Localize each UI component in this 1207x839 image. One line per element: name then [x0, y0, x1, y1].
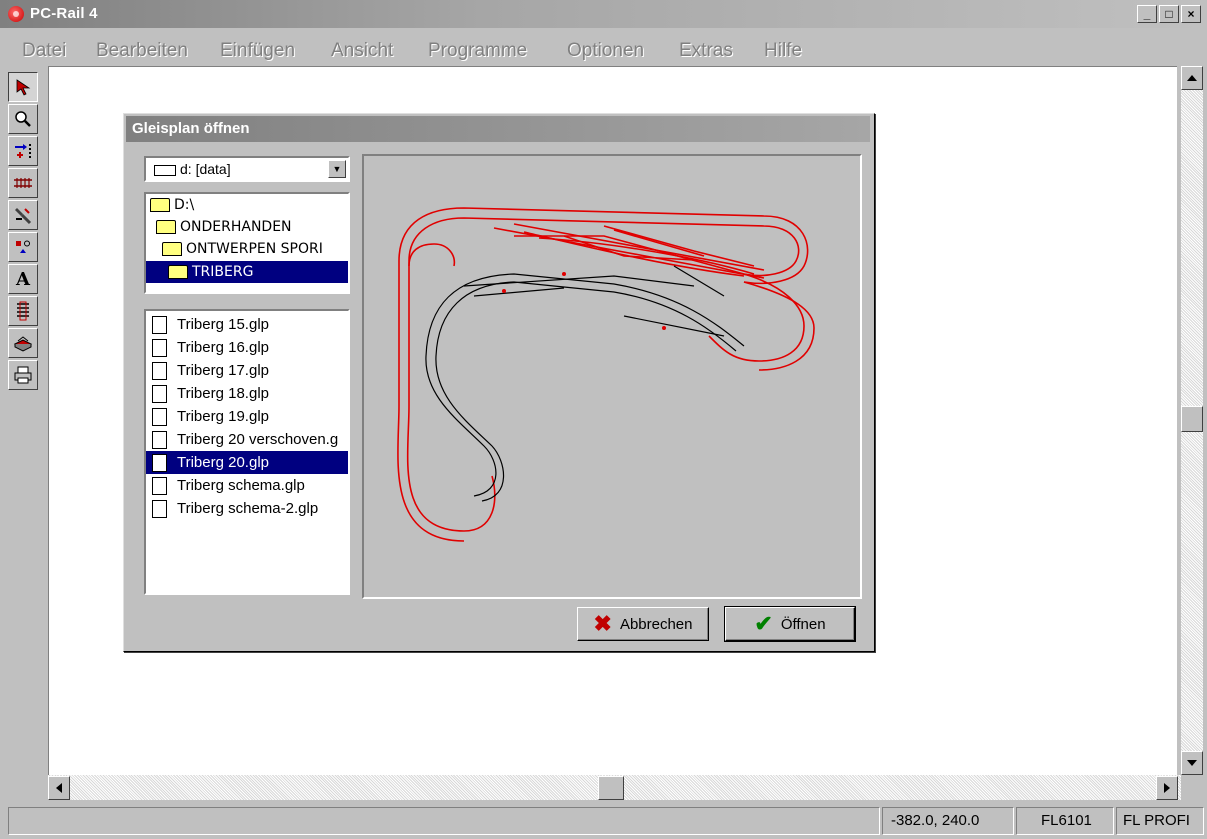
- track-plan-drawing: [397, 207, 815, 542]
- text-icon[interactable]: A: [8, 264, 38, 294]
- drive-icon: [154, 165, 176, 176]
- scroll-left-button[interactable]: [48, 776, 70, 800]
- open-track-plan-dialog: Gleisplan öffnen d: [data] ▼ D:\ ONDERHA…: [123, 113, 875, 652]
- file-icon: [152, 362, 167, 381]
- file-item[interactable]: Triberg 20 verschoven.g: [146, 428, 348, 451]
- close-button[interactable]: ×: [1181, 5, 1201, 23]
- status-model: FL6101: [1016, 807, 1114, 835]
- file-item[interactable]: Triberg 16.glp: [146, 336, 348, 359]
- open-button[interactable]: ✔ Öffnen: [724, 606, 856, 642]
- menu-datei[interactable]: Datei: [22, 40, 66, 62]
- menu-einfuegen[interactable]: Einfügen: [220, 40, 295, 62]
- horizontal-scroll-thumb[interactable]: [598, 776, 624, 800]
- folder-open-icon: [168, 265, 188, 279]
- zoom-icon[interactable]: [8, 104, 38, 134]
- file-list[interactable]: Triberg 15.glp Triberg 16.glp Triberg 17…: [144, 309, 350, 595]
- file-item[interactable]: Triberg schema.glp: [146, 474, 348, 497]
- scroll-right-button[interactable]: [1156, 776, 1178, 800]
- dialog-title-bar[interactable]: Gleisplan öffnen: [126, 116, 870, 142]
- title-bar: PC-Rail 4 _ □ ×: [0, 0, 1207, 28]
- cancel-x-icon: ✖: [593, 611, 612, 636]
- file-icon: [152, 477, 167, 496]
- window-controls: _ □ ×: [1137, 5, 1201, 23]
- menu-extras[interactable]: Extras: [679, 40, 733, 62]
- status-profile: FL PROFI: [1116, 807, 1204, 835]
- scroll-down-button[interactable]: [1181, 751, 1203, 775]
- track-icon[interactable]: [8, 168, 38, 198]
- file-icon: [152, 454, 167, 473]
- dir-item[interactable]: ONTWERPEN SPORI: [162, 238, 323, 260]
- file-item-selected[interactable]: Triberg 20.glp: [146, 451, 348, 474]
- file-item[interactable]: Triberg 15.glp: [146, 313, 348, 336]
- status-coordinates: -382.0, 240.0: [882, 807, 1014, 835]
- tool-icon[interactable]: [8, 200, 38, 230]
- file-item[interactable]: Triberg 17.glp: [146, 359, 348, 382]
- file-item[interactable]: Triberg 19.glp: [146, 405, 348, 428]
- folder-open-icon: [156, 220, 176, 234]
- dir-item[interactable]: ONDERHANDEN: [156, 216, 292, 238]
- directory-list[interactable]: D:\ ONDERHANDEN ONTWERPEN SPORI TRIBERG: [144, 192, 350, 294]
- vertical-scrollbar[interactable]: [1181, 66, 1203, 775]
- select-arrow-icon[interactable]: [8, 72, 38, 102]
- dialog-title: Gleisplan öffnen: [132, 120, 250, 137]
- app-icon[interactable]: [8, 6, 24, 22]
- scroll-up-button[interactable]: [1181, 66, 1203, 90]
- file-icon: [152, 431, 167, 450]
- drive-select[interactable]: d: [data] ▼: [144, 156, 350, 182]
- file-item[interactable]: Triberg 18.glp: [146, 382, 348, 405]
- file-icon: [152, 500, 167, 519]
- menu-hilfe[interactable]: Hilfe: [764, 40, 802, 62]
- folder-open-icon: [162, 242, 182, 256]
- window-title: PC-Rail 4: [30, 5, 98, 22]
- file-item[interactable]: Triberg schema-2.glp: [146, 497, 348, 520]
- minimize-button[interactable]: _: [1137, 5, 1157, 23]
- file-icon: [152, 408, 167, 427]
- horizontal-scrollbar[interactable]: [48, 775, 1181, 800]
- dropdown-arrow-icon[interactable]: ▼: [328, 160, 346, 178]
- menu-ansicht[interactable]: Ansicht: [331, 40, 393, 62]
- vertical-scroll-thumb[interactable]: [1181, 406, 1203, 432]
- status-bar: -382.0, 240.0 FL6101 FL PROFI: [0, 803, 1207, 839]
- status-message: [8, 807, 880, 835]
- move-track-icon[interactable]: [8, 136, 38, 166]
- folder-open-icon: [150, 198, 170, 212]
- checkmark-icon: ✔: [754, 611, 773, 636]
- file-icon: [152, 339, 167, 358]
- dir-item-selected[interactable]: TRIBERG: [146, 261, 348, 283]
- layers-icon[interactable]: [8, 296, 38, 326]
- drive-label: d: [data]: [180, 161, 231, 177]
- menu-bearbeiten[interactable]: Bearbeiten: [96, 40, 188, 62]
- 3d-view-icon[interactable]: [8, 328, 38, 358]
- track-plan-preview: [362, 154, 862, 599]
- maximize-button[interactable]: □: [1159, 5, 1179, 23]
- file-icon: [152, 316, 167, 335]
- cancel-button[interactable]: ✖ Abbrechen: [577, 607, 709, 641]
- tool-palette: A: [8, 72, 42, 392]
- menu-programme[interactable]: Programme: [428, 40, 527, 62]
- menu-optionen[interactable]: Optionen: [567, 40, 644, 62]
- dir-item[interactable]: D:\: [150, 194, 194, 216]
- signal-icon[interactable]: [8, 232, 38, 262]
- file-icon: [152, 385, 167, 404]
- print-icon[interactable]: [8, 360, 38, 390]
